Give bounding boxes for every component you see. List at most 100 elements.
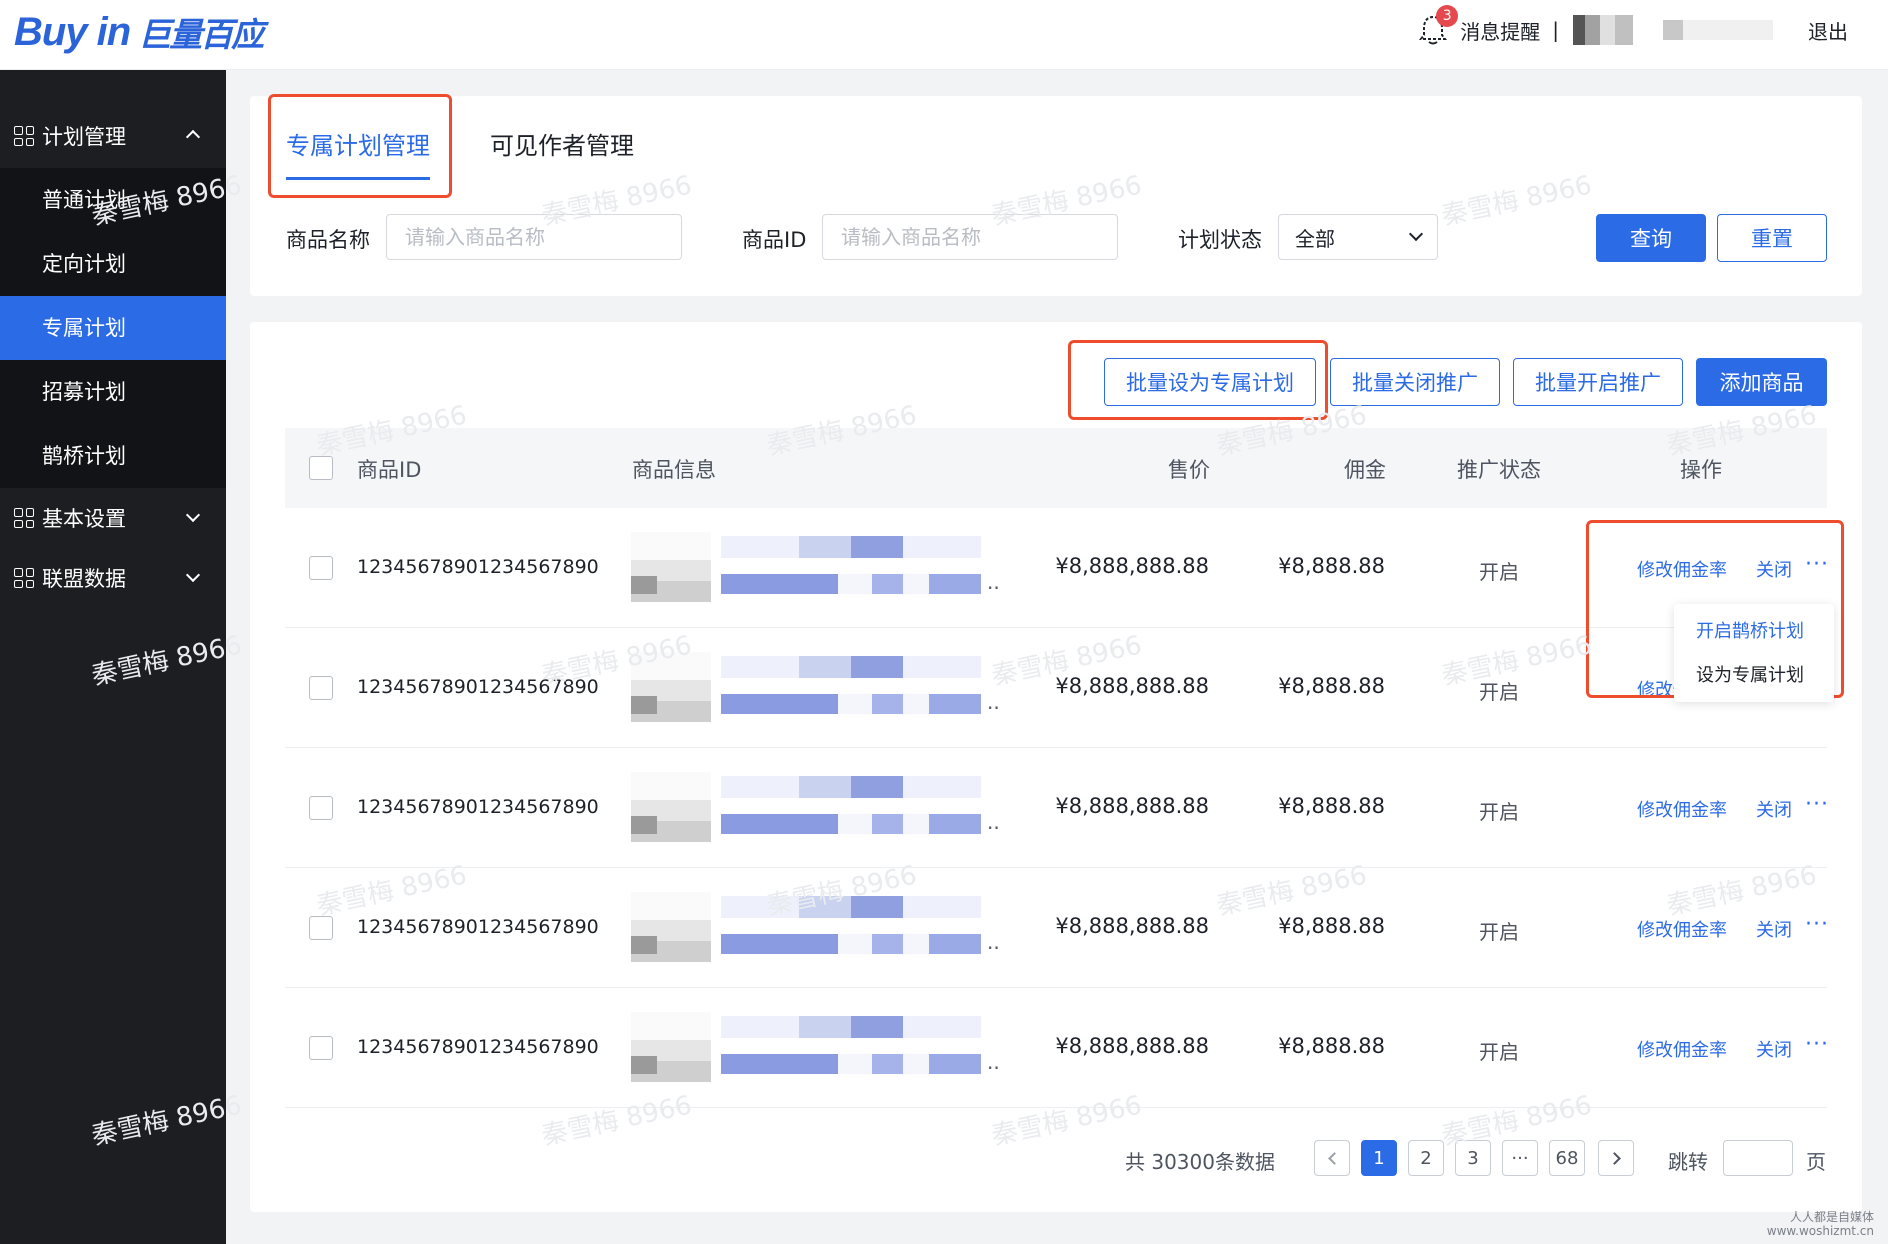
product-thumbnail [631,532,711,602]
product-title-blurred [721,776,981,798]
sidebar-group-label: 基本设置 [42,507,126,531]
row-checkbox[interactable] [309,916,333,940]
page-68[interactable]: 68 [1549,1140,1585,1176]
row-checkbox[interactable] [309,676,333,700]
menu-item-open-magpie[interactable]: 开启鹊桥计划 [1674,610,1834,654]
product-subtitle-blurred [721,1054,981,1074]
batch-close-button[interactable]: 批量关闭推广 [1330,358,1500,406]
product-subtitle-blurred [721,934,981,954]
plan-status-label: 计划状态 [1178,228,1262,252]
next-page-button[interactable] [1598,1140,1634,1176]
product-ellipsis: .. [987,810,1000,834]
top-header: Buy in 巨量百应 3 消息提醒 | 退出 [0,0,1888,70]
page-2[interactable]: 2 [1408,1140,1444,1176]
product-ellipsis: .. [987,1050,1000,1074]
product-id-label: 商品ID [742,228,807,252]
select-all-checkbox[interactable] [309,456,333,480]
product-subtitle-blurred [721,814,981,834]
add-product-button[interactable]: 添加商品 [1696,358,1827,406]
sidebar-group-label: 计划管理 [42,125,126,149]
row-checkbox[interactable] [309,556,333,580]
sidebar-group-data[interactable]: 联盟数据 [0,548,226,608]
product-id-input[interactable] [822,214,1118,260]
sidebar-group-label: 联盟数据 [42,567,126,591]
sidebar-item-exclusive[interactable]: 专属计划 [0,296,226,360]
batch-open-button[interactable]: 批量开启推广 [1513,358,1683,406]
reset-button[interactable]: 重置 [1717,214,1827,262]
page-ellipsis[interactable]: ··· [1502,1140,1538,1176]
row-checkbox[interactable] [309,796,333,820]
site-watermark-line2: www.woshizmt.cn [1766,1224,1874,1238]
page-3[interactable]: 3 [1455,1140,1491,1176]
tab-visible-authors[interactable]: 可见作者管理 [490,126,634,180]
more-icon[interactable]: ··· [1805,912,1829,937]
site-watermark: 人人都是自媒体 www.woshizmt.cn [1767,1210,1874,1238]
sidebar-item-magpie[interactable]: 鹊桥计划 [0,424,226,488]
commission: ¥8,888.88 [1278,1034,1385,1058]
product-id: 12345678901234567890 [357,556,599,578]
grid-icon [14,568,34,588]
plan-status-select[interactable]: 全部 [1278,214,1438,260]
notification-label[interactable]: 消息提醒 [1460,16,1540,45]
product-name-input[interactable] [386,214,682,260]
edit-commission-link[interactable]: 修改佣金率 [1637,916,1727,942]
commission: ¥8,888.88 [1278,794,1385,818]
chevron-down-icon [1408,226,1424,242]
product-title-blurred [721,896,981,918]
logo[interactable]: Buy in 巨量百应 [14,8,264,56]
sidebar-item-normal[interactable]: 普通计划 [0,168,226,232]
price: ¥8,888,888.88 [1055,1034,1209,1058]
row-checkbox[interactable] [309,1036,333,1060]
sidebar: 计划管理 普通计划 定向计划 专属计划 招募计划 鹊桥计划 基本设置 联盟数据 [0,70,226,1244]
commission: ¥8,888.88 [1278,914,1385,938]
sidebar-group-plan[interactable]: 计划管理 [0,104,226,168]
sidebar-item-recruit[interactable]: 招募计划 [0,360,226,424]
divider: | [1552,18,1559,42]
close-link[interactable]: 关闭 [1756,796,1792,822]
col-actions: 操作 [1680,458,1722,482]
product-title-blurred [721,536,981,558]
commission: ¥8,888.88 [1278,554,1385,578]
product-thumbnail [631,1012,711,1082]
edit-commission-link[interactable]: 修改佣金率 [1637,1036,1727,1062]
header-right: 3 消息提醒 | 退出 [1416,5,1848,50]
sidebar-group-settings[interactable]: 基本设置 [0,488,226,548]
product-ellipsis: .. [987,570,1000,594]
jump-page-input[interactable] [1723,1140,1793,1176]
edit-commission-link[interactable]: 修改佣金率 [1637,796,1727,822]
promo-status: 开启 [1479,800,1519,824]
logout-link[interactable]: 退出 [1808,16,1848,45]
product-title-blurred [721,1016,981,1038]
query-button[interactable]: 查询 [1596,214,1706,262]
promo-status: 开启 [1479,560,1519,584]
table-row: 12345678901234567890 .. ¥8,888,888.88 ¥8… [285,748,1829,868]
sidebar-submenu: 普通计划 定向计划 专属计划 招募计划 鹊桥计划 [0,168,226,488]
logo-text-cn: 巨量百应 [138,15,264,54]
sidebar-item-targeted[interactable]: 定向计划 [0,232,226,296]
close-link[interactable]: 关闭 [1756,1036,1792,1062]
more-icon[interactable]: ··· [1805,1032,1829,1057]
col-price: 售价 [1168,458,1210,482]
filter-card: 专属计划管理 可见作者管理 商品名称 商品ID 计划状态 全部 查询 重置 [250,96,1862,296]
product-name-label: 商品名称 [286,228,370,252]
highlight-box-batch [1068,340,1328,420]
more-dropdown-menu: 开启鹊桥计划 设为专属计划 [1674,604,1834,702]
product-id: 12345678901234567890 [357,1036,599,1058]
more-icon[interactable]: ··· [1805,792,1829,817]
close-link[interactable]: 关闭 [1756,916,1792,942]
table-row: 12345678901234567890 .. ¥8,888,888.88 ¥8… [285,988,1829,1108]
promo-status: 开启 [1479,920,1519,944]
product-thumbnail [631,772,711,842]
page-1[interactable]: 1 [1361,1140,1397,1176]
site-watermark-line1: 人人都是自媒体 [1789,1210,1874,1224]
grid-icon [14,126,34,146]
avatar[interactable] [1573,15,1633,45]
logo-text-en: Buy in [14,9,131,54]
prev-page-button[interactable] [1314,1140,1350,1176]
chevron-right-icon [1607,1151,1621,1165]
product-ellipsis: .. [987,690,1000,714]
menu-item-set-exclusive[interactable]: 设为专属计划 [1674,654,1834,698]
grid-icon [14,508,34,528]
price: ¥8,888,888.88 [1055,554,1209,578]
bell-icon[interactable]: 3 [1416,5,1459,47]
